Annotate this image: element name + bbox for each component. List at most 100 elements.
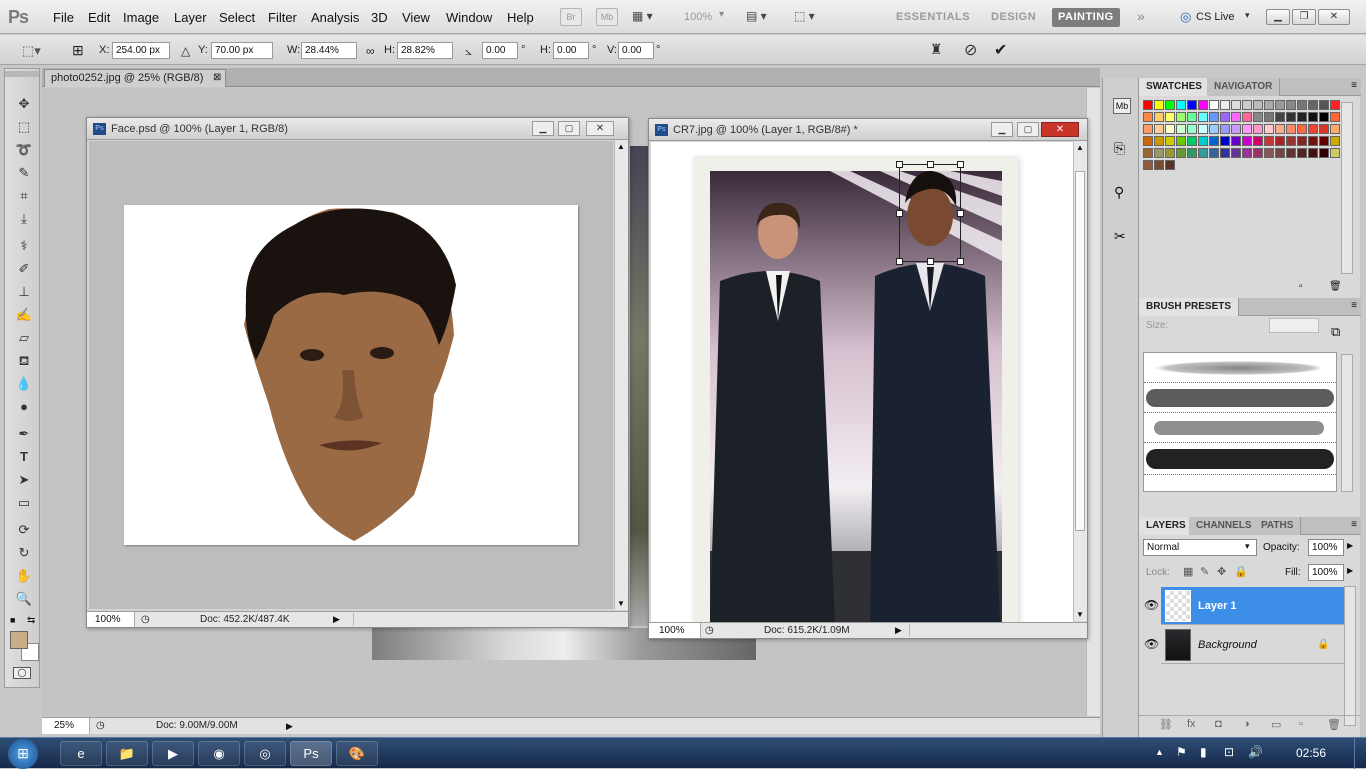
cs-live-button[interactable]: CS Live <box>1196 11 1235 23</box>
toolbox-grip[interactable] <box>5 71 39 77</box>
tab-paths[interactable]: PATHS <box>1254 517 1302 535</box>
hand-tool-icon[interactable]: ✋ <box>15 567 33 585</box>
menu-select[interactable]: Select <box>219 10 255 25</box>
rotate-field[interactable]: 0.00 <box>482 42 518 59</box>
color-swatch[interactable] <box>1154 112 1164 122</box>
background-visibility-eye-icon[interactable]: 👁 <box>1144 637 1159 651</box>
vertical-skew-field[interactable]: 0.00 <box>618 42 654 59</box>
crop-tool-icon[interactable]: ⌗ <box>15 187 33 205</box>
color-swatch[interactable] <box>1220 100 1230 110</box>
paint-app-icon[interactable]: 🎨 <box>336 741 378 766</box>
y-field[interactable]: 70.00 px <box>211 42 273 59</box>
transform-handle[interactable] <box>896 161 903 168</box>
transform-handle[interactable] <box>896 258 903 265</box>
document-tab[interactable]: photo0252.jpg @ 25% (RGB/8) ⊠ <box>44 69 227 87</box>
color-swatch[interactable] <box>1143 148 1153 158</box>
delete-swatch-icon[interactable]: 🗑 <box>1329 281 1342 292</box>
face-document-window[interactable]: Ps Face.psd @ 100% (Layer 1, RGB/8) ▁ ▢ … <box>86 117 629 628</box>
color-swatch[interactable] <box>1176 136 1186 146</box>
menu-filter[interactable]: Filter <box>268 10 297 25</box>
color-swatch[interactable] <box>1330 100 1340 110</box>
panel-menu-icon[interactable]: ≡ <box>1351 300 1357 311</box>
cr7-status-menu-icon[interactable]: ▶ <box>895 623 902 638</box>
color-swatch[interactable] <box>1308 100 1318 110</box>
tool-preset-icon[interactable]: ⬚▾ <box>22 43 41 59</box>
transform-handle[interactable] <box>957 210 964 217</box>
main-zoom-field[interactable]: 25% <box>42 718 90 734</box>
color-swatch[interactable] <box>1154 136 1164 146</box>
color-swatch[interactable] <box>1209 136 1219 146</box>
type-tool-icon[interactable]: T <box>15 448 33 466</box>
brush-preset-item[interactable] <box>1144 415 1336 443</box>
color-swatch[interactable] <box>1187 148 1197 158</box>
brush-preset-list[interactable] <box>1143 352 1337 492</box>
color-swatch[interactable] <box>1165 112 1175 122</box>
x-field[interactable]: 254.00 px <box>112 42 170 59</box>
color-swatch[interactable] <box>1242 112 1252 122</box>
fill-slider-icon[interactable]: ▶ <box>1347 566 1353 575</box>
workspace-painting[interactable]: PAINTING <box>1052 8 1120 27</box>
color-swatch[interactable] <box>1187 100 1197 110</box>
color-swatch[interactable] <box>1264 148 1274 158</box>
tab-brush-presets[interactable]: BRUSH PRESETS <box>1139 298 1240 316</box>
menu-image[interactable]: Image <box>123 10 159 25</box>
face-status-icon[interactable]: ◷ <box>141 612 150 627</box>
color-swatch[interactable] <box>1209 112 1219 122</box>
color-swatch[interactable] <box>1231 148 1241 158</box>
face-close-button[interactable]: ✕ <box>586 121 614 136</box>
link-icon[interactable]: ∞ <box>366 44 375 58</box>
brush-preset-item[interactable] <box>1144 355 1336 383</box>
color-swatch[interactable] <box>1253 124 1263 134</box>
face-maximize-button[interactable]: ▢ <box>558 121 580 136</box>
show-desktop-button[interactable] <box>1354 738 1366 769</box>
lock-image-icon[interactable]: ✎ <box>1200 565 1209 578</box>
color-swatch[interactable] <box>1264 124 1274 134</box>
face-status-menu-icon[interactable]: ▶ <box>333 612 340 627</box>
app-minimize-button[interactable]: ▁ <box>1266 9 1290 25</box>
transform-handle[interactable] <box>927 258 934 265</box>
blur-tool-icon[interactable]: 💧 <box>15 375 33 393</box>
color-swatch[interactable] <box>1231 124 1241 134</box>
panel-menu-icon[interactable]: ≡ <box>1351 519 1357 530</box>
color-swatch[interactable] <box>1220 148 1230 158</box>
tool-presets-panel-icon[interactable]: ⚲ <box>1114 184 1124 201</box>
color-swatch[interactable] <box>1231 112 1241 122</box>
color-swatch[interactable] <box>1330 124 1340 134</box>
media-player-icon[interactable]: ▶ <box>152 741 194 766</box>
color-swatch[interactable] <box>1154 160 1164 170</box>
color-swatch[interactable] <box>1286 112 1296 122</box>
panel-menu-icon[interactable]: ≡ <box>1351 80 1357 91</box>
cr7-minimize-button[interactable]: ▁ <box>991 122 1013 137</box>
file-explorer-icon[interactable]: 📁 <box>106 741 148 766</box>
face-artboard[interactable] <box>124 205 578 545</box>
brush-preset-item[interactable] <box>1144 445 1336 475</box>
color-swatch[interactable] <box>1330 112 1340 122</box>
face-minimize-button[interactable]: ▁ <box>532 121 554 136</box>
path-selection-tool-icon[interactable]: ➤ <box>15 471 33 489</box>
cr7-close-button[interactable]: ✕ <box>1041 122 1079 137</box>
mini-bridge-panel-icon[interactable]: Mb <box>1113 98 1131 114</box>
opacity-slider-icon[interactable]: ▶ <box>1347 541 1353 550</box>
face-canvas[interactable] <box>89 141 613 609</box>
color-swatch[interactable] <box>1165 100 1175 110</box>
color-swatch[interactable] <box>1286 148 1296 158</box>
color-swatch[interactable] <box>1209 124 1219 134</box>
color-swatch[interactable] <box>1231 136 1241 146</box>
color-swatch[interactable] <box>1253 100 1263 110</box>
workspace-essentials[interactable]: ESSENTIALS <box>890 8 976 27</box>
color-swatch[interactable] <box>1253 136 1263 146</box>
color-swatch[interactable] <box>1187 124 1197 134</box>
screen-mode-icon[interactable]: ⬚ ▾ <box>794 9 815 23</box>
3d-rotate-tool-icon[interactable]: ⟳ <box>15 521 33 539</box>
color-swatch[interactable] <box>1330 136 1340 146</box>
cr7-status-icon[interactable]: ◷ <box>705 623 714 638</box>
transform-handle[interactable] <box>957 161 964 168</box>
color-swatch[interactable] <box>1176 124 1186 134</box>
color-swatch[interactable] <box>1198 100 1208 110</box>
color-swatch[interactable] <box>1297 100 1307 110</box>
color-swatch[interactable] <box>1242 148 1252 158</box>
show-hidden-icons[interactable]: ▲ <box>1155 747 1164 757</box>
color-swatch[interactable] <box>1220 136 1230 146</box>
transform-handle[interactable] <box>896 210 903 217</box>
more-workspaces-icon[interactable]: » <box>1137 8 1145 24</box>
